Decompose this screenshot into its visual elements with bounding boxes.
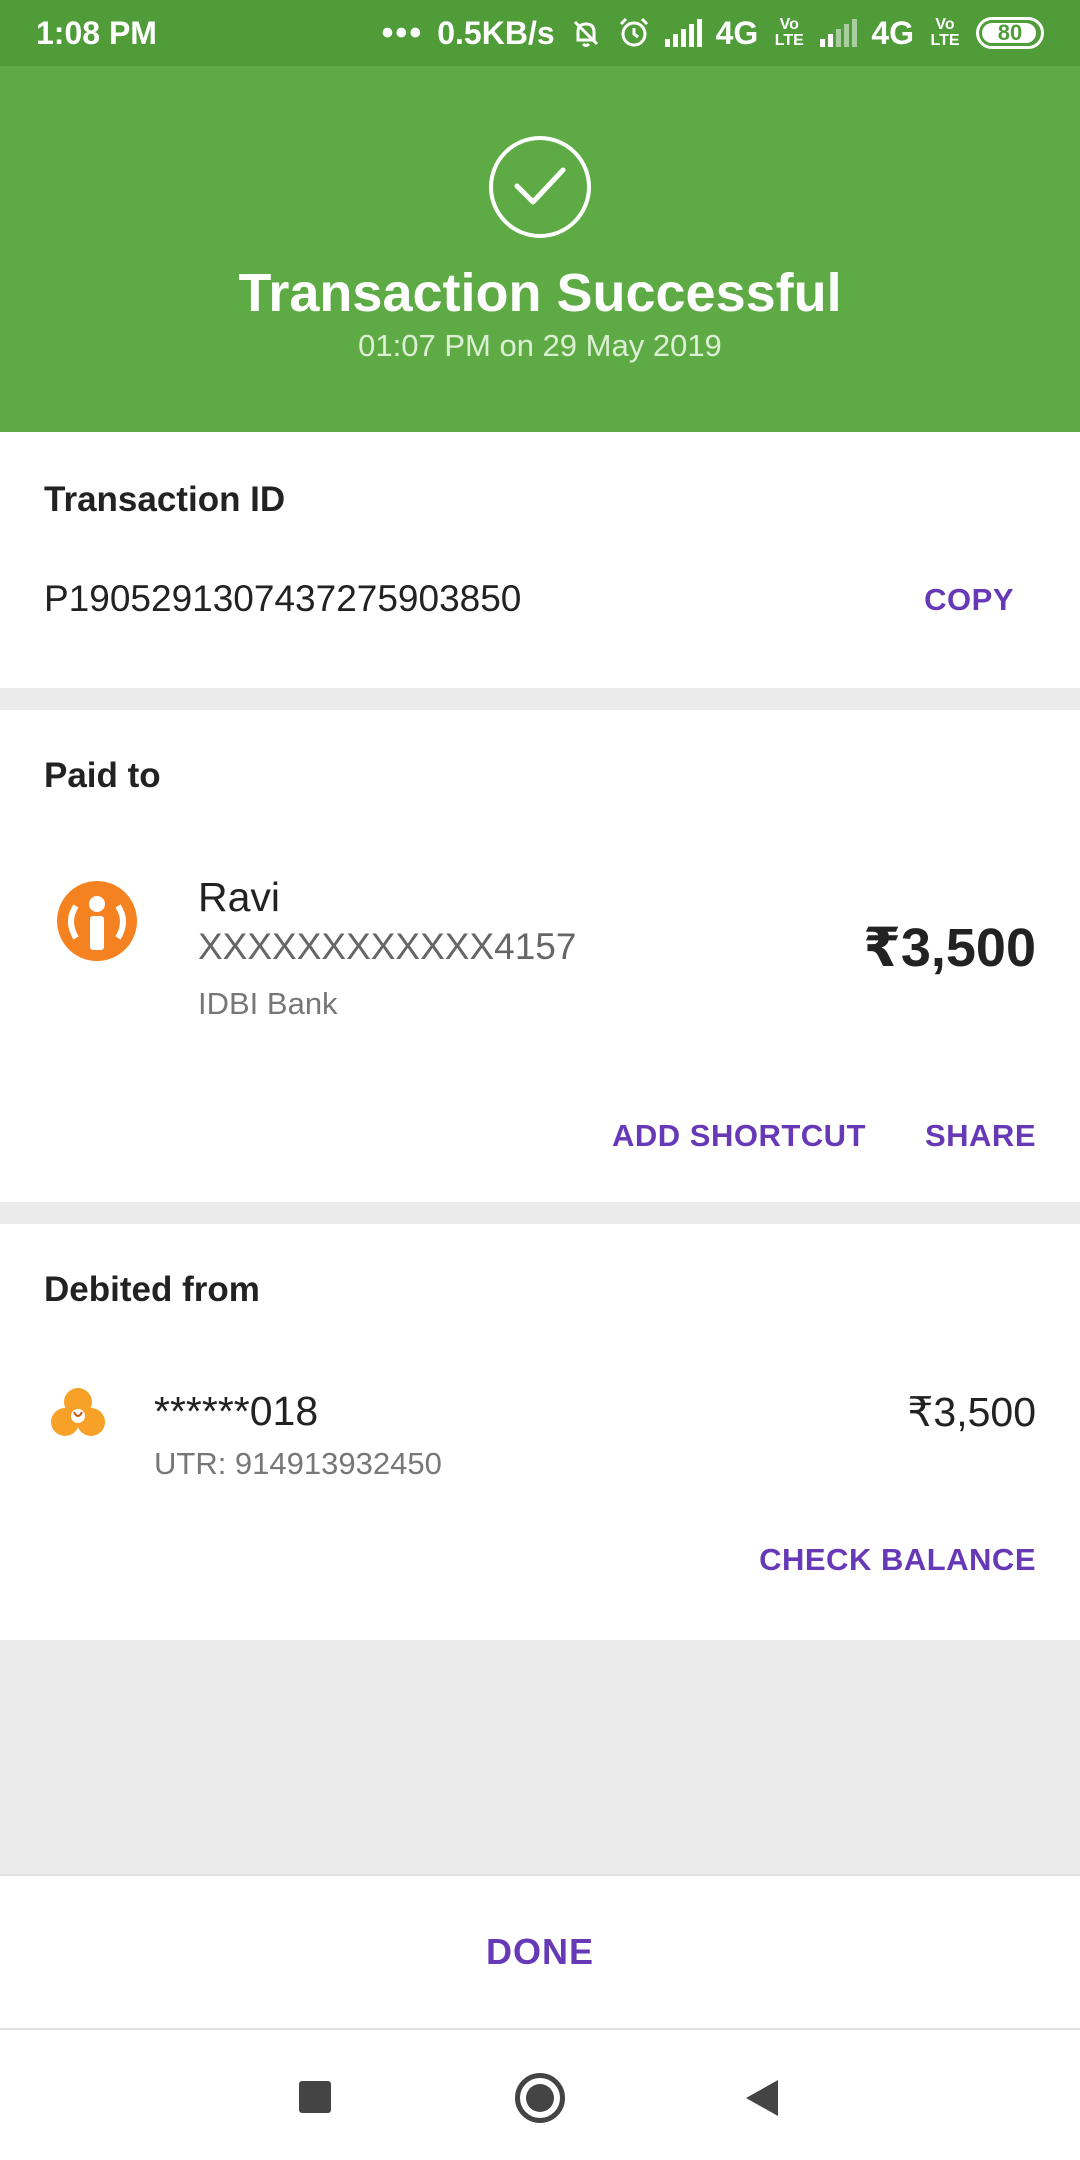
utr-number: UTR: 914913932450 [154, 1446, 442, 1481]
done-button[interactable]: DONE [486, 1931, 594, 1973]
recent-apps-icon[interactable] [299, 2081, 331, 2113]
signal-icon [820, 19, 858, 47]
paid-to-card: Paid to Ravi XXXXXXXXXXXX4157 IDBI Bank … [0, 710, 1080, 1202]
network-speed: 0.5KB/s [437, 14, 555, 51]
home-icon[interactable] [515, 2073, 565, 2123]
transaction-id-card: Transaction ID P1905291307437275903850 C… [0, 432, 1080, 688]
copy-button[interactable]: COPY [924, 582, 1014, 618]
add-shortcut-button[interactable]: ADD SHORTCUT [612, 1118, 866, 1154]
page-title: Transaction Successful [238, 263, 842, 323]
signal-icon [664, 19, 702, 47]
check-circle-icon [489, 136, 591, 238]
paid-to-label: Paid to [44, 756, 161, 795]
share-button[interactable]: SHARE [925, 1118, 1036, 1154]
network-type-2: 4G [871, 14, 914, 51]
mute-notifications-icon [573, 20, 598, 47]
network-type-1: 4G [715, 14, 759, 51]
idbi-bank-logo [57, 881, 137, 961]
alarm-icon [619, 17, 648, 47]
more-notifications-icon: ••• [381, 13, 424, 52]
transaction-success-screen: 1:08 PM ••• 0.5KB/s 4G Vo LTE 4G Vo LTE … [0, 0, 1080, 2160]
payee-name: Ravi [198, 874, 281, 920]
paid-amount: ₹3,500 [863, 918, 1036, 978]
status-bar: 1:08 PM ••• 0.5KB/s 4G Vo LTE 4G Vo LTE … [0, 0, 1080, 66]
payee-account: XXXXXXXXXXXX4157 [198, 926, 577, 967]
status-icons: ••• 0.5KB/s 4G Vo LTE 4G Vo LTE 80 [382, 14, 1044, 53]
volte-icon: Vo LTE [774, 16, 804, 49]
debit-account: ******018 [154, 1388, 319, 1434]
debit-amount: ₹3,500 [907, 1389, 1036, 1435]
check-balance-button[interactable]: CHECK BALANCE [759, 1542, 1036, 1578]
icici-bank-logo [51, 1388, 105, 1436]
payee-bank: IDBI Bank [198, 986, 338, 1021]
debited-from-label: Debited from [44, 1270, 260, 1309]
debited-from-card: Debited from ******018 UTR: 914913932450… [0, 1224, 1080, 1640]
back-icon[interactable] [744, 2078, 780, 2118]
navigation-bar [0, 2030, 1080, 2160]
done-bar: DONE [0, 1874, 1080, 2030]
battery-level: 80 [997, 20, 1023, 45]
transaction-id-label: Transaction ID [44, 480, 286, 519]
battery-icon: 80 [976, 17, 1044, 49]
status-time: 1:08 PM [36, 14, 157, 51]
transaction-datetime: 01:07 PM on 29 May 2019 [358, 328, 722, 363]
transaction-id-value: P1905291307437275903850 [44, 578, 522, 619]
success-header: Transaction Successful 01:07 PM on 29 Ma… [0, 66, 1080, 432]
volte-icon: Vo LTE [930, 16, 960, 49]
